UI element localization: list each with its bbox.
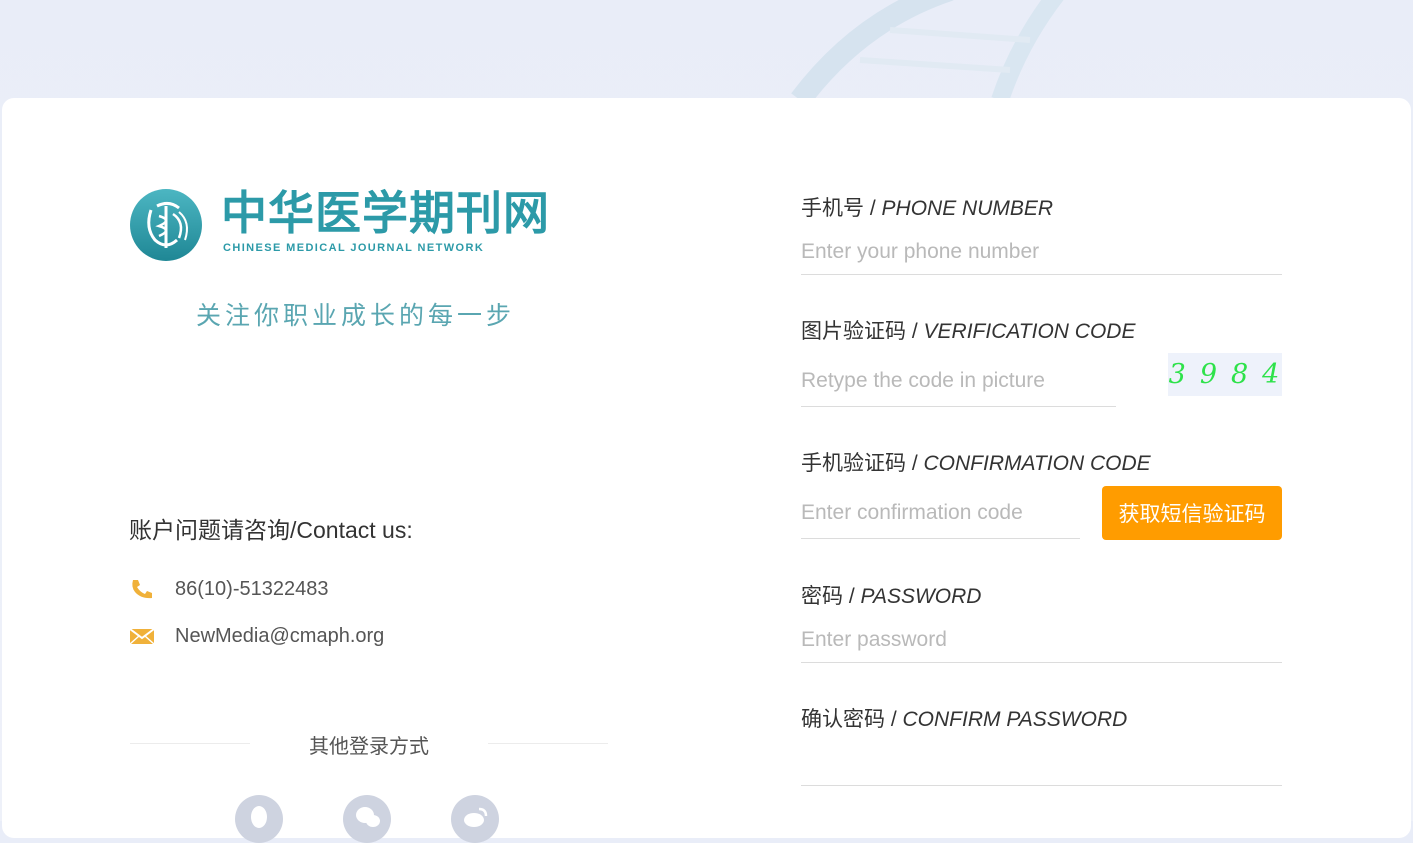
- phone-icon: [132, 580, 152, 599]
- confirmation-label: 手机验证码 / CONFIRMATION CODE: [801, 447, 1151, 477]
- verification-label-cn: 图片验证码 /: [801, 320, 924, 343]
- confirm-password-input[interactable]: [801, 741, 1282, 786]
- phone-label-en: PHONE NUMBER: [881, 197, 1054, 220]
- password-input[interactable]: [801, 618, 1282, 663]
- contact-email-address: NewMedia@cmaph.org: [175, 624, 385, 647]
- brand-name-en: CHINESE MEDICAL JOURNAL NETWORK: [223, 242, 485, 254]
- captcha-code: 3984: [1168, 359, 1294, 390]
- brand-name-cn: 中华医学期刊网: [221, 187, 550, 239]
- background-decoration: [0, 0, 1413, 100]
- contact-title: 账户问题请咨询/Contact us:: [129, 517, 413, 543]
- envelope-icon: [129, 628, 155, 645]
- confirmation-label-en: CONFIRMATION CODE: [923, 452, 1151, 475]
- verification-label: 图片验证码 / VERIFICATION CODE: [801, 315, 1135, 345]
- get-sms-code-button[interactable]: 获取短信验证码: [1102, 486, 1282, 540]
- wechat-login-button[interactable]: [343, 795, 391, 843]
- contact-phone: 86(10)-51322483: [129, 575, 328, 603]
- password-label-cn: 密码 /: [801, 585, 861, 608]
- verification-input[interactable]: [801, 355, 1116, 407]
- phone-label-cn: 手机号 /: [801, 197, 882, 220]
- other-login-label: 其他登录方式: [309, 736, 429, 758]
- logo: 中华医学期刊网 CHINESE MEDICAL JOURNAL NETWORK: [129, 185, 599, 265]
- contact-phone-number: 86(10)-51322483: [175, 577, 329, 600]
- slogan: 关注你职业成长的每一步: [196, 301, 516, 330]
- confirm-password-label-en: CONFIRM PASSWORD: [902, 708, 1128, 731]
- wechat-icon: [356, 807, 380, 827]
- captcha-image[interactable]: 3984: [1168, 353, 1282, 396]
- confirm-password-label-cn: 确认密码 /: [801, 708, 903, 731]
- logo-emblem-icon: [130, 189, 202, 261]
- phone-label: 手机号 / PHONE NUMBER: [801, 192, 1053, 222]
- divider-left: [130, 743, 250, 744]
- confirmation-label-cn: 手机验证码 /: [801, 452, 924, 475]
- qq-login-button[interactable]: [235, 795, 283, 843]
- divider-right: [488, 743, 608, 744]
- verification-label-en: VERIFICATION CODE: [923, 320, 1136, 343]
- password-label: 密码 / PASSWORD: [801, 580, 981, 610]
- confirmation-input[interactable]: [801, 488, 1080, 539]
- password-label-en: PASSWORD: [860, 585, 982, 608]
- qq-icon: [251, 806, 267, 828]
- confirm-password-label: 确认密码 / CONFIRM PASSWORD: [801, 703, 1127, 733]
- weibo-login-button[interactable]: [451, 795, 499, 843]
- weibo-icon: [464, 807, 488, 827]
- contact-email: NewMedia@cmaph.org: [129, 622, 384, 650]
- phone-input[interactable]: [801, 230, 1282, 275]
